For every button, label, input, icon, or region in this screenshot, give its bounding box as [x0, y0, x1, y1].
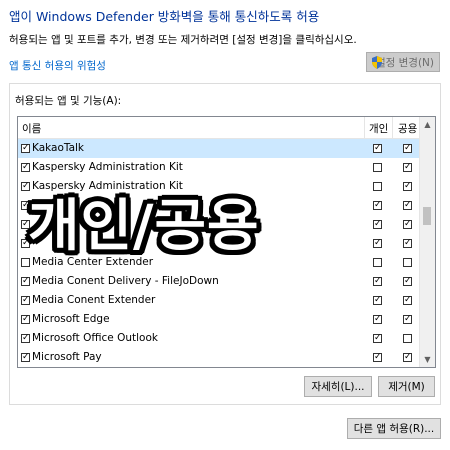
app-name: KakaoTalk: [32, 142, 84, 154]
table-row[interactable]: ✓ Media Conent Delivery - FileJoDown ✓ ✓: [18, 272, 421, 291]
public-checkbox[interactable]: [403, 258, 412, 267]
private-checkbox[interactable]: ✓: [373, 277, 382, 286]
list-header: 이름 개인 공용: [18, 117, 421, 139]
public-checkbox[interactable]: ✓: [403, 220, 412, 229]
table-row[interactable]: ✓ Microsoft Office Outlook ✓: [18, 329, 421, 348]
private-checkbox[interactable]: ✓: [373, 239, 382, 248]
public-checkbox[interactable]: ✓: [403, 296, 412, 305]
public-checkbox[interactable]: ✓: [403, 239, 412, 248]
private-checkbox[interactable]: ✓: [373, 315, 382, 324]
public-checkbox[interactable]: ✓: [403, 315, 412, 324]
window-title: 앱이 Windows Defender 방화벽을 통해 통신하도록 허용: [9, 9, 320, 24]
enable-checkbox[interactable]: ✓: [21, 296, 30, 305]
table-row[interactable]: ✓ Microsoft Edge ✓ ✓: [18, 310, 421, 329]
table-row[interactable]: ✓ Microsoft Pay ✓ ✓: [18, 348, 421, 367]
public-checkbox[interactable]: ✓: [403, 163, 412, 172]
public-checkbox[interactable]: ✓: [403, 277, 412, 286]
column-header-private[interactable]: 개인: [369, 121, 388, 136]
column-header-public[interactable]: 공용: [398, 121, 417, 136]
allow-other-app-button[interactable]: 다른 앱 허용(R)...: [347, 418, 441, 439]
enable-checkbox[interactable]: ✓: [21, 163, 30, 172]
private-checkbox[interactable]: [373, 182, 382, 191]
change-settings-button[interactable]: 설정 변경(N): [366, 52, 440, 72]
private-checkbox[interactable]: [373, 258, 382, 267]
enable-checkbox[interactable]: ✓: [21, 182, 30, 191]
private-checkbox[interactable]: ✓: [373, 334, 382, 343]
public-checkbox[interactable]: ✓: [403, 353, 412, 362]
scroll-up-icon[interactable]: ▲: [420, 117, 435, 132]
table-row[interactable]: ✓ Kaspersky Administration Kit ✓: [18, 158, 421, 177]
vertical-scrollbar[interactable]: ▲ ▼: [419, 117, 435, 367]
app-name: Microsoft Office Outlook: [32, 332, 158, 344]
instruction-text: 허용되는 앱 및 포트를 추가, 변경 또는 제거하려면 [설정 변경]을 클릭…: [9, 34, 357, 46]
risk-link[interactable]: 앱 통신 허용의 위험성: [9, 58, 106, 73]
app-name: Kaspersky Administration Kit: [32, 161, 183, 173]
overlay-caption: 개인/공용: [28, 194, 260, 259]
details-button[interactable]: 자세히(L)...: [304, 376, 372, 397]
enable-checkbox[interactable]: ✓: [21, 277, 30, 286]
public-checkbox[interactable]: ✓: [403, 182, 412, 191]
app-name: Microsoft Pay: [32, 351, 102, 363]
enable-checkbox[interactable]: ✓: [21, 315, 30, 324]
remove-button[interactable]: 제거(M): [378, 376, 435, 397]
private-checkbox[interactable]: ✓: [373, 201, 382, 210]
enable-checkbox[interactable]: ✓: [21, 353, 30, 362]
app-name: Media Conent Delivery - FileJoDown: [32, 275, 219, 287]
enable-checkbox[interactable]: ✓: [21, 334, 30, 343]
public-checkbox[interactable]: [403, 334, 412, 343]
private-checkbox[interactable]: ✓: [373, 353, 382, 362]
app-name: Kaspersky Administration Kit: [32, 180, 183, 192]
change-settings-label: 설정 변경(N): [375, 56, 434, 69]
enable-checkbox[interactable]: ✓: [21, 144, 30, 153]
scroll-thumb[interactable]: [423, 207, 431, 225]
private-checkbox[interactable]: ✓: [373, 296, 382, 305]
column-divider: [392, 117, 393, 138]
app-name: Media Conent Extender: [32, 294, 156, 306]
shield-icon: [372, 56, 382, 69]
public-checkbox[interactable]: ✓: [403, 201, 412, 210]
private-checkbox[interactable]: ✓: [373, 144, 382, 153]
private-checkbox[interactable]: ✓: [373, 220, 382, 229]
allowed-apps-label: 허용되는 앱 및 기능(A):: [15, 95, 122, 107]
column-divider: [364, 117, 365, 138]
table-row[interactable]: ✓ Media Conent Extender ✓ ✓: [18, 291, 421, 310]
scroll-down-icon[interactable]: ▼: [420, 352, 435, 367]
public-checkbox[interactable]: ✓: [403, 144, 412, 153]
private-checkbox[interactable]: [373, 163, 382, 172]
app-name: Microsoft Edge: [32, 313, 110, 325]
column-header-name[interactable]: 이름: [22, 121, 41, 136]
table-row[interactable]: ✓ KakaoTalk ✓ ✓: [18, 139, 421, 158]
